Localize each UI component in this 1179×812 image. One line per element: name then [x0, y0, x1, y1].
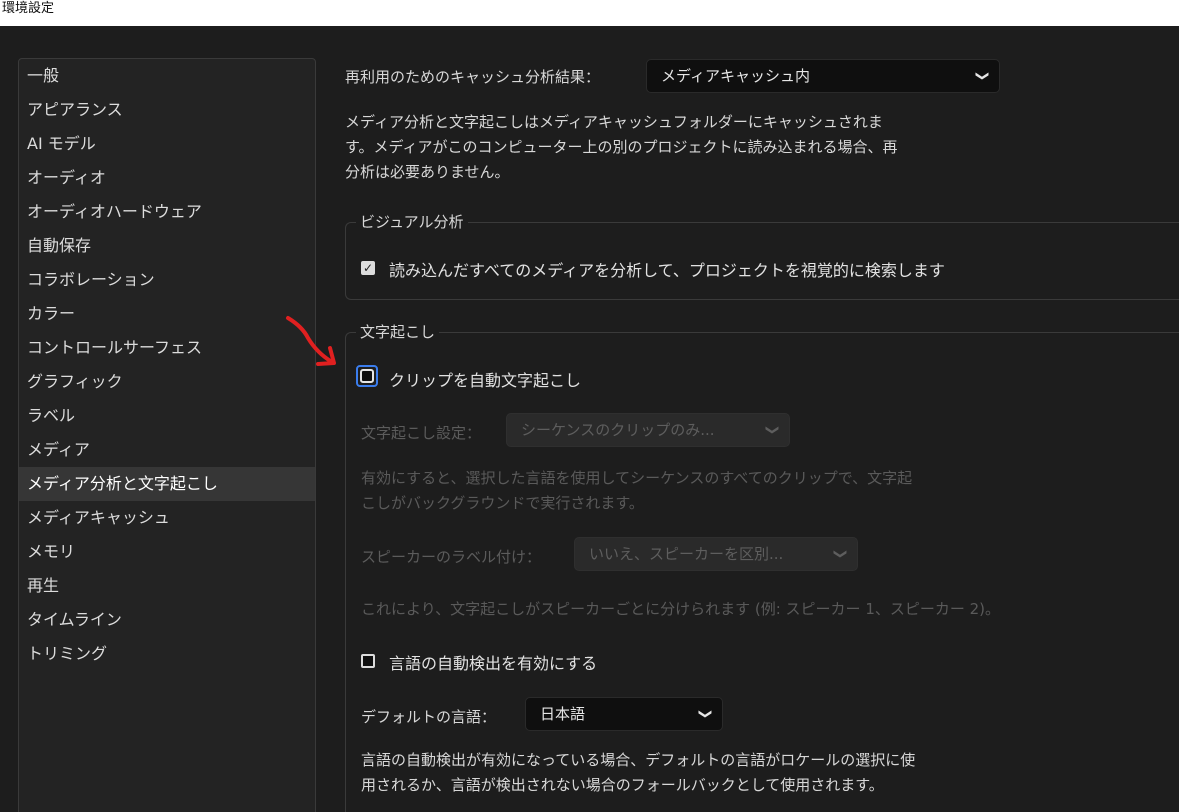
description-line: 有効にすると、選択した言語を使用してシーケンスのすべてのクリップで、文字起	[361, 469, 913, 487]
sidebar-item-audio[interactable]: オーディオ	[19, 161, 315, 195]
sidebar-item-appearance[interactable]: アピアランス	[19, 93, 315, 127]
sidebar-item-audio-hardware[interactable]: オーディオハードウェア	[19, 195, 315, 229]
transcription-settings-label: 文字起こし設定：	[361, 424, 482, 442]
sidebar-item-graphics[interactable]: グラフィック	[19, 365, 315, 399]
sidebar-item-ai-models[interactable]: AI モデル	[19, 127, 315, 161]
transcription-settings-dropdown[interactable]: シーケンスのクリップのみ... ❯	[506, 413, 790, 447]
sidebar-item-media-cache[interactable]: メディアキャッシュ	[19, 501, 315, 535]
language-description: 言語の自動検出が有効になっている場合、デフォルトの言語がロケールの選択に使 用さ…	[361, 748, 1061, 798]
sidebar-item-general[interactable]: 一般	[19, 59, 315, 93]
transcription-settings-description: 有効にすると、選択した言語を使用してシーケンスのすべてのクリップで、文字起 こし…	[361, 466, 1061, 516]
description-line: 言語の自動検出が有効になっている場合、デフォルトの言語がロケールの選択に使	[361, 751, 916, 769]
sidebar-item-timeline[interactable]: タイムライン	[19, 603, 315, 637]
speaker-description: これにより、文字起こしがスピーカーごとに分けられます (例: スピーカー 1、ス…	[361, 600, 1001, 618]
visual-analysis-checkbox[interactable]: ✓	[361, 261, 375, 275]
sidebar-item-control-surface[interactable]: コントロールサーフェス	[19, 331, 315, 365]
sidebar-item-collaboration[interactable]: コラボレーション	[19, 263, 315, 297]
cache-label: 再利用のためのキャッシュ分析結果：	[345, 68, 601, 86]
chevron-down-icon: ❯	[697, 708, 713, 720]
visual-analysis-title: ビジュアル分析	[356, 211, 468, 232]
chevron-down-icon: ❯	[764, 424, 780, 436]
speaker-labeling-value: いいえ、スピーカーを区別...	[589, 545, 784, 563]
visual-analysis-label: 読み込んだすべてのメディアを分析して、プロジェクトを視覚的に検索します	[389, 261, 945, 280]
transcription-settings-value: シーケンスのクリップのみ...	[521, 421, 715, 439]
sidebar-item-color[interactable]: カラー	[19, 297, 315, 331]
sidebar-item-trimming[interactable]: トリミング	[19, 637, 315, 671]
auto-transcribe-checkbox[interactable]	[356, 365, 378, 387]
cache-description-line: す。メディアがこのコンピューター上の別のプロジェクトに読み込まれる場合、再	[345, 138, 898, 156]
default-language-label: デフォルトの言語：	[361, 708, 497, 726]
cache-description-line: 分析は必要ありません。	[345, 163, 510, 181]
auto-detect-language-checkbox[interactable]	[361, 654, 375, 668]
speaker-labeling-dropdown[interactable]: いいえ、スピーカーを区別... ❯	[574, 537, 858, 571]
auto-transcribe-checkbox-box	[360, 369, 374, 383]
red-arrow-annotation	[286, 316, 336, 366]
auto-detect-language-label: 言語の自動検出を有効にする	[389, 654, 598, 673]
description-line: 用されるか、言語が検出されない場合のフォールバックとして使用されます。	[361, 776, 884, 794]
sidebar-item-playback[interactable]: 再生	[19, 569, 315, 603]
cache-description-line: メディア分析と文字起こしはメディアキャッシュフォルダーにキャッシュされま	[345, 113, 883, 131]
window-titlebar: 環境設定	[0, 0, 1179, 26]
auto-transcribe-label: クリップを自動文字起こし	[389, 371, 582, 390]
sidebar-item-media[interactable]: メディア	[19, 433, 315, 467]
chevron-down-icon: ❯	[832, 548, 848, 560]
sidebar-item-auto-save[interactable]: 自動保存	[19, 229, 315, 263]
cache-location-dropdown[interactable]: メディアキャッシュ内 ❯	[646, 59, 1000, 93]
window-title: 環境設定	[2, 1, 55, 16]
cache-description: メディア分析と文字起こしはメディアキャッシュフォルダーにキャッシュされま す。メ…	[345, 110, 1045, 185]
sidebar-item-media-analysis[interactable]: メディア分析と文字起こし	[19, 467, 315, 501]
default-language-dropdown[interactable]: 日本語 ❯	[525, 697, 723, 731]
transcription-title: 文字起こし	[356, 321, 440, 342]
sidebar-item-labels[interactable]: ラベル	[19, 399, 315, 433]
sidebar-item-memory[interactable]: メモリ	[19, 535, 315, 569]
transcription-group	[345, 332, 1179, 812]
chevron-down-icon: ❯	[974, 70, 990, 82]
checkmark-icon: ✓	[363, 261, 374, 275]
default-language-value: 日本語	[540, 705, 586, 723]
preferences-sidebar: 一般 アピアランス AI モデル オーディオ オーディオハードウェア 自動保存 …	[18, 58, 316, 812]
description-line: こしがバックグラウンドで実行されます。	[361, 494, 644, 512]
speaker-label: スピーカーのラベル付け：	[361, 548, 542, 566]
cache-location-value: メディアキャッシュ内	[661, 67, 810, 85]
